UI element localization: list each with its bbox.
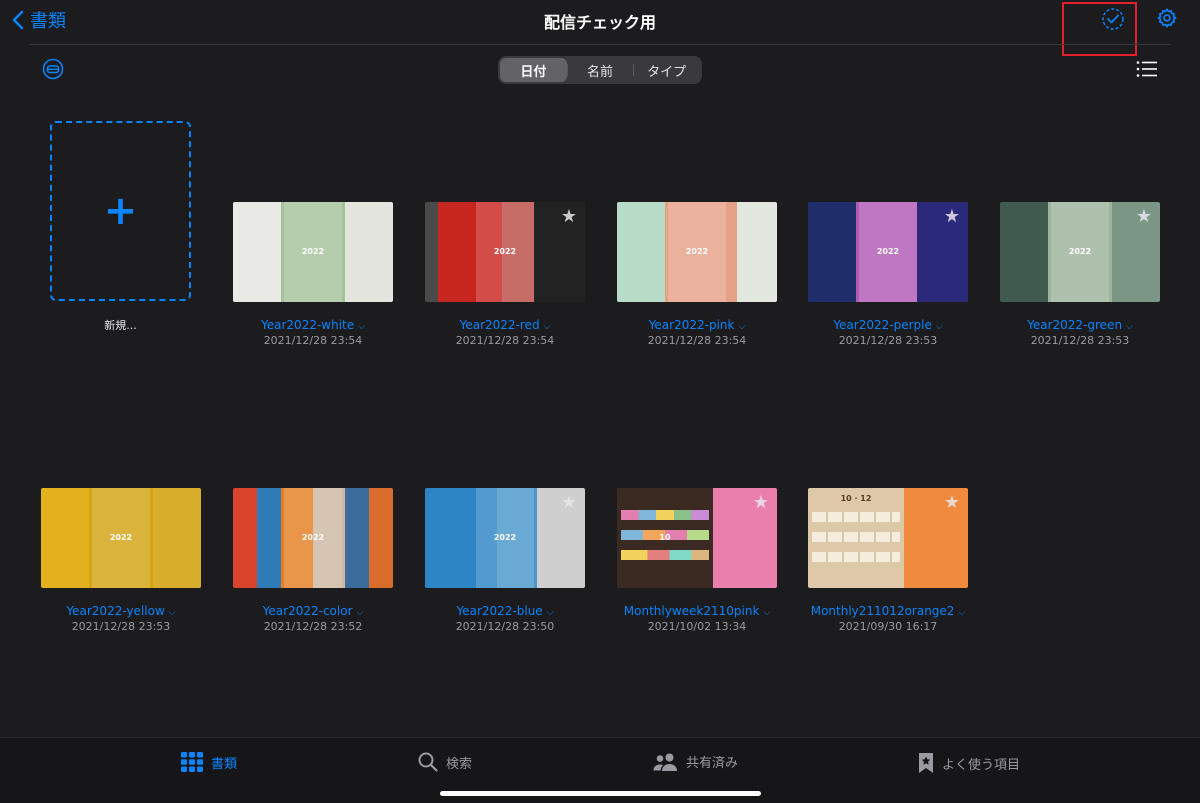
plus-icon: + — [103, 188, 138, 234]
document-tile-year2022-yellow[interactable]: 2022 Year2022-yellow ⌵ 2021/12/28 23:53 — [41, 488, 201, 633]
people-icon — [653, 753, 677, 771]
list-view-icon[interactable] — [1136, 60, 1158, 78]
document-date: 2021/10/02 13:34 — [647, 620, 747, 633]
document-thumbnail: 2022 ★ — [808, 202, 968, 302]
document-tile-year2022-blue[interactable]: 2022 ★ Year2022-blue ⌵ 2021/12/28 23:50 — [425, 488, 585, 633]
new-document-label: 新規... — [104, 319, 137, 332]
chevron-down-icon: ⌵ — [738, 322, 746, 332]
document-name[interactable]: Year2022-green ⌵ — [1000, 318, 1160, 332]
document-date: 2021/12/28 23:53 — [838, 334, 938, 347]
tab-shared[interactable]: 共有済み — [653, 752, 738, 771]
document-tile-year2022-color[interactable]: 2022 Year2022-color ⌵ 2021/12/28 23:52 — [233, 488, 393, 633]
thumbnail-text: 2022 — [109, 533, 133, 542]
document-date: 2021/12/28 23:54 — [647, 334, 747, 347]
chevron-down-icon: ⌵ — [935, 322, 943, 332]
document-tile-monthly211012orange2[interactable]: 10 · 12 ★ Monthly211012orange2 ⌵ 2021/09/… — [808, 488, 968, 633]
thumbnail-text: 2022 — [1068, 247, 1092, 256]
document-thumbnail: 2022 ★ — [425, 488, 585, 588]
document-name[interactable]: Year2022-color ⌵ — [233, 604, 393, 618]
document-date: 2021/12/28 23:53 — [1030, 334, 1130, 347]
document-name[interactable]: Year2022-blue ⌵ — [425, 604, 585, 618]
chevron-down-icon: ⌵ — [546, 608, 554, 618]
document-tile-year2022-red[interactable]: 2022 ★ Year2022-red ⌵ 2021/12/28 23:54 — [425, 202, 585, 347]
thumbnail-text: 2022 — [493, 247, 517, 256]
header-divider — [30, 44, 1170, 45]
tab-favorites[interactable]: よく使う項目 — [918, 752, 1020, 774]
document-tile-year2022-green[interactable]: 2022 ★ Year2022-green ⌵ 2021/12/28 23:53 — [1000, 202, 1160, 347]
highlight-annotation-box — [1062, 2, 1137, 56]
document-date: 2021/12/28 23:53 — [71, 620, 171, 633]
document-name[interactable]: Year2022-red ⌵ — [425, 318, 585, 332]
star-icon: ★ — [1135, 206, 1152, 227]
navigation-bar: 書類 配信チェック用 — [0, 0, 1200, 56]
connect-location-icon[interactable] — [42, 58, 64, 80]
document-thumbnail: 2022 — [41, 488, 201, 588]
tab-favorites-label: よく使う項目 — [942, 757, 1021, 773]
search-icon — [418, 752, 438, 772]
tab-shared-label: 共有済み — [686, 756, 739, 771]
document-thumbnail: 10 ★ — [617, 488, 777, 588]
bookmark-icon — [919, 753, 933, 773]
sort-option-date[interactable]: 日付 — [500, 58, 567, 82]
thumbnail-text: 2022 — [301, 533, 325, 542]
chevron-down-icon: ⌵ — [168, 608, 176, 618]
document-name[interactable]: Year2022-pink ⌵ — [617, 318, 777, 332]
document-tile-year2022-perple[interactable]: 2022 ★ Year2022-perple ⌵ 2021/12/28 23:53 — [808, 202, 968, 347]
document-date: 2021/12/28 23:54 — [455, 334, 555, 347]
document-name[interactable]: Year2022-white ⌵ — [233, 318, 393, 332]
thumbnail-text: 2022 — [301, 247, 325, 256]
sort-option-name[interactable]: 名前 — [566, 58, 634, 82]
tab-documents-label: 書類 — [211, 756, 238, 772]
home-indicator — [440, 791, 761, 796]
document-name[interactable]: Monthly211012orange2 ⌵ — [808, 604, 968, 618]
grid-icon — [181, 752, 203, 772]
document-name[interactable]: Year2022-perple ⌵ — [808, 318, 968, 332]
chevron-down-icon: ⌵ — [358, 322, 365, 332]
thumbnail-text: 2022 — [685, 247, 709, 256]
document-thumbnail: 2022 — [233, 202, 393, 302]
document-date: 2021/09/30 16:17 — [838, 620, 938, 633]
document-name[interactable]: Year2022-yellow ⌵ — [41, 604, 201, 618]
document-date: 2021/12/28 23:50 — [455, 620, 555, 633]
chevron-down-icon: ⌵ — [356, 608, 364, 618]
chevron-down-icon: ⌵ — [958, 608, 966, 618]
star-icon: ★ — [560, 492, 577, 513]
sort-segmented-control: 日付 名前 タイプ — [498, 56, 702, 84]
thumbnail-text: 2022 — [876, 247, 900, 256]
thumbnail-text: 10 — [659, 533, 671, 542]
thumbnail-text: 2022 — [493, 533, 517, 542]
document-thumbnail: 10 · 12 ★ — [808, 488, 968, 588]
chevron-down-icon: ⌵ — [763, 608, 771, 618]
chevron-down-icon: ⌵ — [543, 322, 551, 332]
tab-search[interactable]: 検索 — [418, 752, 472, 772]
sort-option-type[interactable]: タイプ — [633, 58, 700, 82]
chevron-down-icon: ⌵ — [1126, 322, 1133, 332]
document-thumbnail: 2022 ★ — [1000, 202, 1160, 302]
document-name[interactable]: Monthlyweek2110pink ⌵ — [617, 604, 777, 618]
document-date: 2021/12/28 23:54 — [263, 334, 363, 347]
star-icon: ★ — [560, 206, 577, 227]
document-thumbnail: 2022 ★ — [425, 202, 585, 302]
star-icon: ★ — [943, 492, 960, 513]
document-thumbnail: 2022 — [617, 202, 777, 302]
document-tile-year2022-pink[interactable]: 2022 Year2022-pink ⌵ 2021/12/28 23:54 — [617, 202, 777, 347]
document-tile-year2022-white[interactable]: 2022 Year2022-white ⌵ 2021/12/28 23:54 — [233, 202, 393, 347]
tab-search-label: 検索 — [446, 756, 473, 772]
document-tile-monthlyweek2110pink[interactable]: 10 ★ Monthlyweek2110pink ⌵ 2021/10/02 13:… — [617, 488, 777, 633]
page-title: 配信チェック用 — [543, 13, 656, 32]
gear-icon[interactable] — [1156, 7, 1178, 29]
document-date: 2021/12/28 23:52 — [263, 620, 363, 633]
star-icon: ★ — [943, 206, 960, 227]
thumbnail-text: 10 · 12 — [840, 494, 872, 503]
tab-documents[interactable]: 書類 — [181, 752, 237, 772]
new-document-button[interactable]: + — [50, 121, 191, 301]
document-thumbnail: 2022 — [233, 488, 393, 588]
star-icon: ★ — [752, 492, 769, 513]
